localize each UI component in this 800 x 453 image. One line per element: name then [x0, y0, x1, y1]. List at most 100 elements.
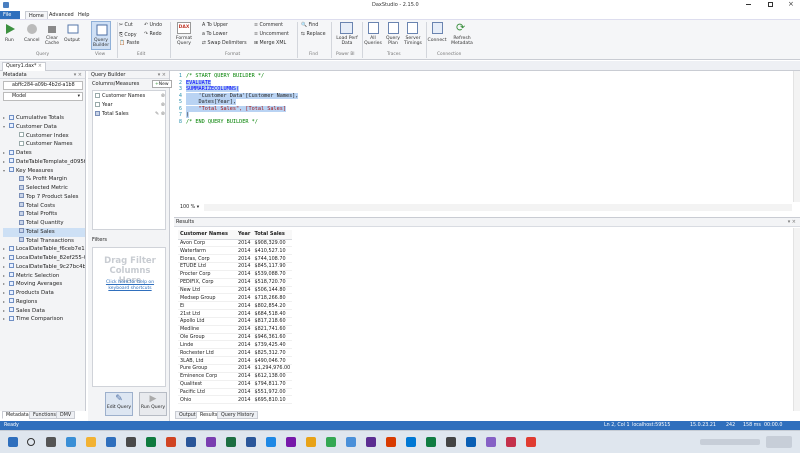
minimize-icon[interactable]	[746, 4, 751, 5]
table-row[interactable]: ETUDE Ltd 2014 $845,117.90	[178, 262, 293, 271]
editor-hscrollbar[interactable]	[204, 204, 792, 211]
tab-dmv[interactable]: DMV	[56, 411, 76, 419]
clock[interactable]	[766, 436, 792, 448]
undo-button[interactable]: ↶ Undo	[144, 23, 162, 28]
connect-icon[interactable]	[432, 22, 443, 34]
output-button[interactable]	[67, 23, 79, 35]
tab-file[interactable]: File	[0, 11, 20, 19]
tree-item[interactable]: Total Quantity	[3, 219, 85, 228]
table-row[interactable]: Rochester Ltd 2014 $825,312.70	[178, 348, 293, 358]
zoom-level[interactable]: 100 % ▾	[180, 205, 199, 210]
tree-item[interactable]: Customer Index	[3, 132, 85, 141]
taskbar-app-icon[interactable]	[226, 437, 236, 447]
table-row[interactable]: Pacific Ltd 2014 $551,972.00	[178, 388, 293, 397]
table-row[interactable]: Medline 2014 $821,741.60	[178, 325, 293, 334]
tree-item[interactable]: ▾ Key Measures	[3, 167, 85, 176]
cancel-button[interactable]	[26, 23, 38, 35]
tree-item[interactable]: Top 7 Product Sales	[3, 193, 85, 202]
load-perf-data-icon[interactable]	[340, 22, 353, 34]
table-row[interactable]: Eloras, Corp 2014 $744,108.70	[178, 254, 293, 264]
all-queries-icon[interactable]	[368, 22, 379, 34]
tree-item[interactable]: Total Transactions	[3, 237, 85, 246]
tree-item[interactable]: ▸ Moving Averages	[3, 280, 85, 289]
doc-tab-query1[interactable]: Query1.dax* ×	[2, 62, 46, 71]
refresh-icon[interactable]: ⟳	[456, 22, 468, 34]
tree-item[interactable]: Total Costs	[3, 202, 85, 211]
tree-item[interactable]: Total Profits	[3, 210, 85, 219]
comment-button[interactable]: ≡ Comment	[254, 23, 283, 28]
database-select[interactable]: abffc284-a09b-4b2d-a1b8	[3, 81, 83, 90]
tree-item[interactable]: ▸ Time Comparison	[3, 315, 85, 324]
column-header[interactable]: Year	[236, 230, 253, 240]
taskbar-app-icon[interactable]	[346, 437, 356, 447]
tree-item[interactable]: Customer Names	[3, 140, 85, 149]
column-header[interactable]: Customer Names	[178, 230, 236, 240]
taskbar-app-icon[interactable]	[506, 437, 516, 447]
qb-item-customer-names[interactable]: Customer Names ⊗	[95, 92, 165, 101]
start-icon[interactable]	[8, 437, 18, 447]
table-row[interactable]: Qualitest 2014 $794,811.70	[178, 380, 293, 389]
results-vscrollbar[interactable]	[793, 228, 800, 411]
table-row[interactable]: Apollo Ltd 2014 $817,218.60	[178, 317, 293, 326]
taskbar-app-icon[interactable]	[426, 437, 436, 447]
editor-vscrollbar[interactable]	[793, 71, 800, 202]
tree-item[interactable]: ▸ LocalDateTable_f6ceb7e1-	[3, 245, 85, 254]
taskbar-app-icon[interactable]	[366, 437, 376, 447]
table-row[interactable]: Avon Corp 2014 $908,329.00	[178, 239, 293, 248]
redo-button[interactable]: ↷ Redo	[144, 32, 162, 37]
taskbar-app-icon[interactable]	[266, 437, 276, 447]
help-link[interactable]: Click here for help on keyboard shortcut…	[101, 280, 159, 291]
tree-item[interactable]: ▾ Customer Data	[3, 123, 85, 132]
search-icon[interactable]	[27, 438, 35, 446]
find-button[interactable]: 🔍 Find	[301, 23, 318, 28]
table-row[interactable]: Linde 2014 $739,425.40	[178, 340, 293, 350]
query-editor[interactable]: 1 2 3 4 5 6 7 8 /* START QUERY BUILDER *…	[174, 71, 800, 214]
paste-button[interactable]: 📋 Paste	[119, 41, 139, 46]
cut-button[interactable]: ✂ Cut	[119, 23, 133, 28]
taskbar-app-icon[interactable]	[486, 437, 496, 447]
table-row[interactable]: Medsep Group 2014 $718,266.80	[178, 293, 293, 303]
edit-query-button[interactable]: ✎ Edit Query	[105, 392, 133, 416]
tree-item[interactable]: ▸ Metric Selection	[3, 272, 85, 281]
table-row[interactable]: Eminence Corp 2014 $612,138.00	[178, 372, 293, 381]
clear-cache-button[interactable]	[46, 23, 58, 35]
tree-item[interactable]: ▸ LocalDateTable_82ef255-0	[3, 254, 85, 263]
copy-button[interactable]: ⎘ Copy	[119, 32, 137, 38]
to-upper-button[interactable]: A To Upper	[202, 23, 228, 28]
taskbar-app-icon[interactable]	[86, 437, 96, 447]
new-button[interactable]: +New	[152, 80, 172, 88]
to-lower-button[interactable]: a To Lower	[202, 32, 227, 37]
table-row[interactable]: Pure Group 2014 $1,294,976.00	[178, 364, 293, 373]
qb-item-total-sales[interactable]: Total Sales ✎ ⊗	[95, 110, 165, 119]
tab-query-history[interactable]: Query History	[217, 411, 259, 419]
run-button[interactable]	[4, 23, 16, 35]
taskbar-app-icon[interactable]	[106, 437, 116, 447]
taskbar-app-icon[interactable]	[306, 437, 316, 447]
task-view-icon[interactable]	[46, 437, 56, 447]
tree-item[interactable]: ▸ Products Data	[3, 289, 85, 298]
table-row[interactable]: Ei 2014 $802,854.20	[178, 301, 293, 311]
taskbar-app-icon[interactable]	[246, 437, 256, 447]
taskbar-app-icon[interactable]	[66, 437, 76, 447]
model-select[interactable]: Model ▾	[3, 92, 83, 101]
column-header[interactable]: Total Sales	[252, 230, 293, 240]
taskbar-app-icon[interactable]	[166, 437, 176, 447]
tree-item[interactable]: ▸ Dates	[3, 149, 85, 158]
table-row[interactable]: 21st Ltd 2014 $684,518.40	[178, 309, 293, 318]
uncomment-button[interactable]: ≡ Uncomment	[254, 32, 289, 37]
table-row[interactable]: Waterfarm 2014 $410,527.10	[178, 246, 293, 256]
tree-item[interactable]: % Profit Margin	[3, 175, 85, 184]
taskbar-app-icon[interactable]	[186, 437, 196, 447]
qb-item-year[interactable]: Year ⊗	[95, 101, 165, 110]
taskbar-app-icon[interactable]	[326, 437, 336, 447]
tab-advanced[interactable]: Advanced	[46, 11, 77, 19]
tree-item[interactable]: ▸ Regions	[3, 298, 85, 307]
merge-xml-button[interactable]: ⊞ Merge XML	[254, 41, 286, 46]
maximize-icon[interactable]	[768, 2, 773, 7]
tree-item[interactable]: ▸ LocalDateTable_9c27bc4b-	[3, 263, 85, 272]
replace-button[interactable]: ⇆ Replace	[301, 32, 326, 37]
taskbar-app-icon[interactable]	[146, 437, 156, 447]
table-row[interactable]: Ohio 2014 $695,810.10	[178, 395, 293, 405]
query-plan-icon[interactable]	[388, 22, 399, 34]
table-row[interactable]: New Ltd 2014 $506,144.80	[178, 286, 293, 295]
